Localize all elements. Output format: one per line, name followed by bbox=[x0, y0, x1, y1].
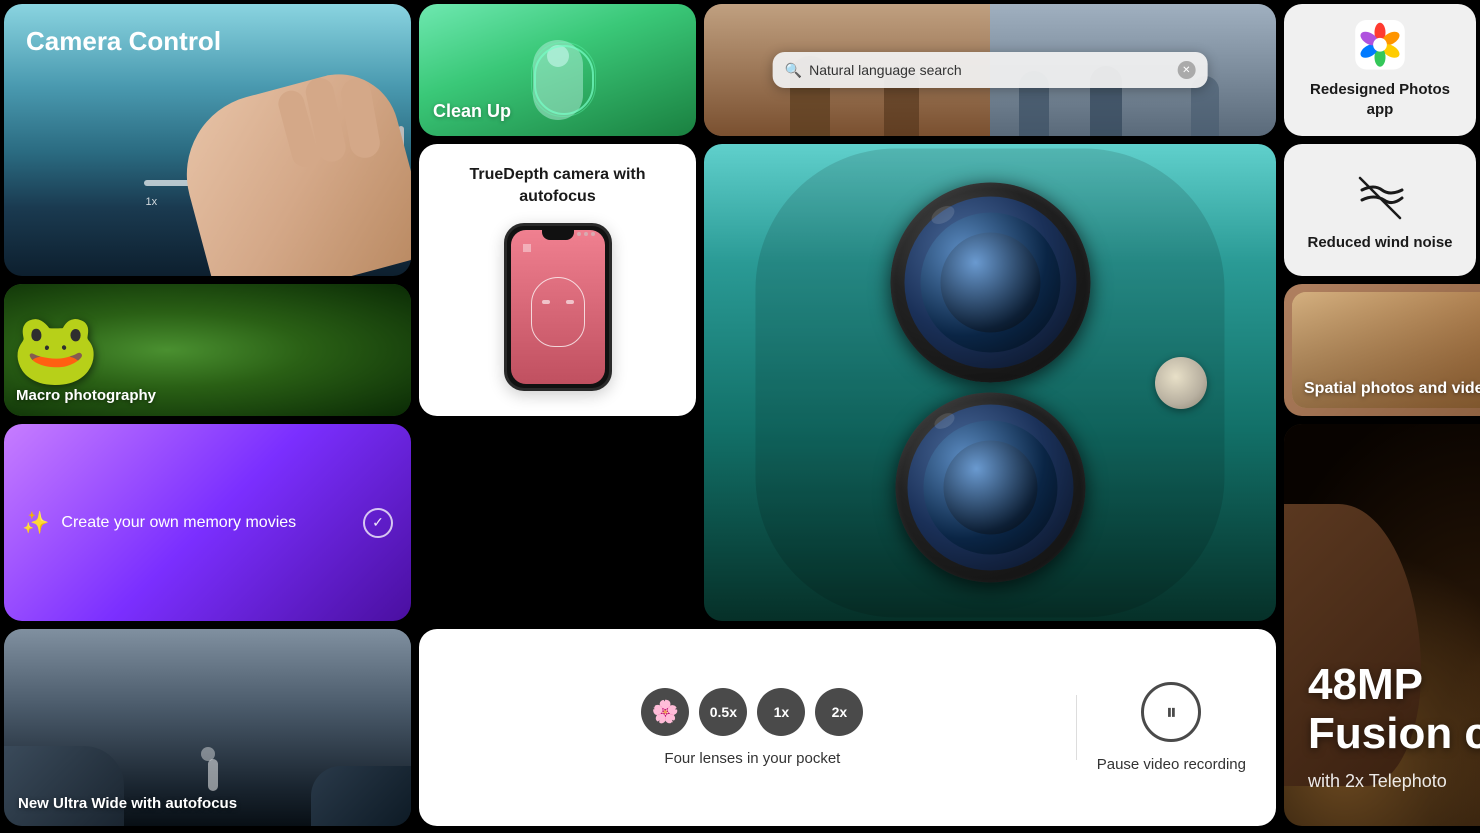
wind-noise-label: Reduced wind noise bbox=[1307, 234, 1452, 251]
photos-app-tile: Redesigned Photos app bbox=[1284, 4, 1476, 136]
memory-icon: ✨ bbox=[22, 510, 49, 536]
photos-app-icon bbox=[1344, 20, 1416, 70]
flash-dot bbox=[1155, 357, 1207, 409]
fusion-camera-tile: 48MPFusion camera with 2x Telephoto bbox=[1284, 424, 1480, 826]
divider bbox=[1076, 695, 1077, 760]
memory-text: Create your own memory movies bbox=[61, 514, 351, 532]
spatial-label: Spatial photos and videos bbox=[1304, 380, 1480, 398]
search-bar[interactable]: 🔍 Natural language search ✕ bbox=[773, 52, 1208, 88]
lenses-label: Four lenses in your pocket bbox=[664, 750, 840, 767]
flower-lens-icon: 🌸 bbox=[641, 688, 689, 736]
one-lens-icon: 1x bbox=[757, 688, 805, 736]
memory-movies-tile: ✨ Create your own memory movies ✓ bbox=[4, 424, 411, 621]
search-magnify-icon: 🔍 bbox=[785, 62, 802, 79]
half-lens-icon: 0.5x bbox=[699, 688, 747, 736]
search-text: Natural language search bbox=[809, 62, 1170, 78]
wind-noise-tile: Reduced wind noise bbox=[1284, 144, 1476, 276]
memory-check-icon: ✓ bbox=[363, 508, 393, 538]
photos-app-label: Redesigned Photos app bbox=[1300, 80, 1460, 121]
pause-button[interactable]: ⏸ bbox=[1141, 682, 1201, 742]
cleanup-tile: Clean Up bbox=[419, 4, 696, 136]
spatial-photos-tile: ⚙ Spatial photos and videos bbox=[1284, 284, 1480, 416]
center-camera-tile bbox=[704, 144, 1276, 621]
truedepth-label: TrueDepth camera with autofocus bbox=[435, 164, 680, 207]
cleanup-label: Clean Up bbox=[433, 101, 511, 122]
search-clear-button[interactable]: ✕ bbox=[1177, 61, 1195, 79]
macro-label: Macro photography bbox=[16, 387, 156, 404]
two-lens-icon: 2x bbox=[815, 688, 863, 736]
lenses-pause-tile: 🌸 0.5x 1x 2x Four lenses in your pocket … bbox=[419, 629, 1276, 826]
frog-icon: 🐸 bbox=[12, 309, 99, 391]
wind-noise-icon bbox=[1352, 170, 1408, 226]
camera-control-tile: Camera Control 1x bbox=[4, 4, 411, 276]
ultrawide-tile: New Ultra Wide with autofocus bbox=[4, 629, 411, 826]
pause-label: Pause video recording bbox=[1097, 756, 1246, 773]
fusion-title: 48MPFusion camera bbox=[1308, 661, 1480, 758]
macro-tile: 🐸 Macro photography bbox=[4, 284, 411, 416]
search-tile: 🔍 Natural language search ✕ bbox=[704, 4, 1276, 136]
camera-control-title: Camera Control bbox=[26, 26, 221, 57]
truedepth-tile: TrueDepth camera with autofocus bbox=[419, 144, 696, 416]
fusion-subtitle: with 2x Telephoto bbox=[1308, 771, 1447, 792]
ultrawide-label: New Ultra Wide with autofocus bbox=[18, 795, 237, 812]
